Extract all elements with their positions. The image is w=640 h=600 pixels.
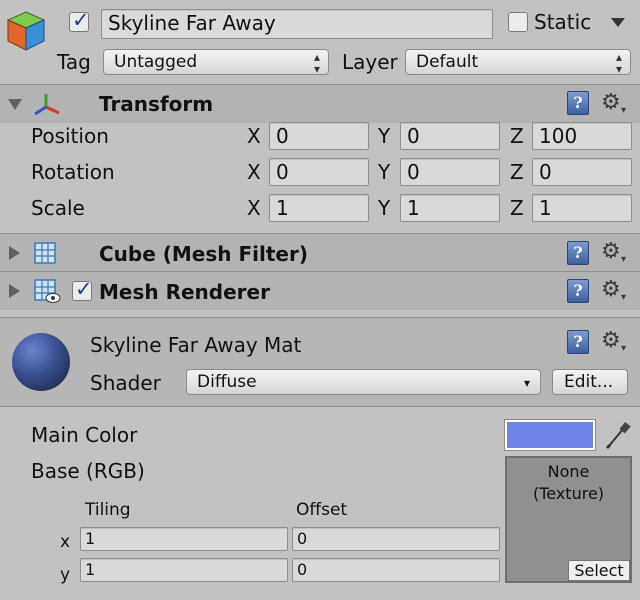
- transform-title: Transform: [99, 92, 214, 116]
- texture-type-label: (Texture): [532, 484, 605, 503]
- inspector-header: ✓ Skyline Far Away Static Tag Untagged ▴…: [0, 0, 640, 84]
- shader-edit-button[interactable]: Edit...: [552, 369, 628, 395]
- static-label: Static: [534, 10, 592, 34]
- axis-z-label: Z: [510, 160, 524, 184]
- foldout-open-icon[interactable]: [8, 99, 22, 110]
- mesh-renderer-icon: [34, 279, 61, 303]
- help-icon[interactable]: ?: [567, 91, 589, 115]
- y-row-label: y: [60, 565, 71, 585]
- tag-dropdown-value: Untagged: [114, 52, 198, 72]
- layer-dropdown[interactable]: Default ▴ ▾: [405, 49, 631, 75]
- offset-x-field[interactable]: 0: [292, 527, 500, 551]
- foldout-closed-icon[interactable]: [9, 246, 20, 260]
- tiling-label: Tiling: [85, 500, 131, 520]
- texture-slot[interactable]: None (Texture) Select: [505, 456, 632, 583]
- gear-icon[interactable]: ⚙ ▾: [601, 328, 626, 355]
- gear-glyph: ⚙: [601, 90, 621, 115]
- transform-axes-icon: [34, 94, 60, 116]
- help-icon[interactable]: ?: [567, 279, 589, 303]
- position-label: Position: [31, 124, 109, 148]
- axis-x-label: X: [247, 124, 261, 148]
- gear-icon[interactable]: ⚙ ▾: [601, 239, 626, 266]
- layer-dropdown-value: Default: [416, 52, 479, 72]
- axis-y-label: Y: [378, 160, 391, 184]
- mesh-renderer-title: Mesh Renderer: [99, 280, 270, 304]
- scale-label: Scale: [31, 196, 85, 220]
- gameobject-cube-icon: [6, 11, 46, 51]
- chevron-down-icon: ▾: [523, 376, 530, 390]
- tiling-x-field[interactable]: 1: [80, 527, 288, 551]
- x-row-label: x: [60, 532, 71, 552]
- mesh-filter-icon: [34, 242, 56, 264]
- shader-dropdown-value: Diffuse: [197, 372, 257, 392]
- static-checkbox[interactable]: [508, 12, 528, 32]
- updown-arrows-icon: ▴ ▾: [313, 50, 320, 76]
- caret-down-icon: ▾: [621, 254, 627, 265]
- axis-y-label: Y: [378, 196, 391, 220]
- updown-arrows-icon: ▴ ▾: [615, 50, 622, 76]
- texture-select-button[interactable]: Select: [568, 560, 630, 581]
- gear-icon[interactable]: ⚙ ▾: [601, 277, 626, 304]
- rotation-z-field[interactable]: 0: [532, 158, 632, 186]
- gear-glyph: ⚙: [601, 239, 621, 264]
- material-name: Skyline Far Away Mat: [90, 333, 302, 357]
- shader-label: Shader: [90, 371, 161, 395]
- caret-down-icon: ▾: [621, 343, 627, 354]
- gear-icon[interactable]: ⚙ ▾: [601, 90, 626, 117]
- main-color-label: Main Color: [31, 423, 138, 447]
- help-icon[interactable]: ?: [567, 241, 589, 265]
- position-x-field[interactable]: 0: [269, 122, 369, 150]
- active-checkbox[interactable]: ✓: [69, 8, 90, 32]
- axis-x-label: X: [247, 160, 261, 184]
- gear-glyph: ⚙: [601, 277, 621, 302]
- caret-down-icon: ▾: [621, 292, 627, 303]
- static-dropdown-arrow-icon[interactable]: [611, 18, 625, 27]
- tag-dropdown[interactable]: Untagged ▴ ▾: [103, 49, 329, 75]
- object-name-input[interactable]: Skyline Far Away: [101, 9, 493, 39]
- layer-label: Layer: [342, 50, 398, 74]
- mesh-filter-title: Cube (Mesh Filter): [99, 242, 308, 266]
- scale-y-field[interactable]: 1: [400, 194, 500, 222]
- mesh-renderer-header[interactable]: ✓ Mesh Renderer ? ⚙ ▾: [0, 271, 640, 310]
- foldout-closed-icon[interactable]: [9, 284, 20, 298]
- position-y-field[interactable]: 0: [400, 122, 500, 150]
- mesh-filter-header[interactable]: Cube (Mesh Filter) ? ⚙ ▾: [0, 233, 640, 272]
- offset-y-field[interactable]: 0: [292, 558, 500, 582]
- axis-z-label: Z: [510, 196, 524, 220]
- shader-dropdown[interactable]: Diffuse ▾: [186, 369, 541, 395]
- position-z-field[interactable]: 100: [532, 122, 632, 150]
- checkmark-icon: ✓: [75, 277, 93, 301]
- main-color-swatch[interactable]: [504, 419, 596, 451]
- caret-down-icon: ▾: [621, 105, 627, 116]
- axis-z-label: Z: [510, 124, 524, 148]
- eyedropper-icon[interactable]: [604, 420, 632, 450]
- offset-label: Offset: [296, 500, 348, 520]
- transform-header[interactable]: Transform ? ⚙ ▾: [0, 84, 640, 123]
- scale-z-field[interactable]: 1: [532, 194, 632, 222]
- tiling-y-field[interactable]: 1: [80, 558, 288, 582]
- rotation-x-field[interactable]: 0: [269, 158, 369, 186]
- tag-label: Tag: [57, 50, 91, 74]
- rotation-y-field[interactable]: 0: [400, 158, 500, 186]
- material-preview-sphere: [12, 333, 70, 391]
- gear-glyph: ⚙: [601, 328, 621, 353]
- axis-y-label: Y: [378, 124, 391, 148]
- mesh-renderer-enabled-checkbox[interactable]: ✓: [72, 277, 93, 301]
- material-header: Skyline Far Away Mat Shader Diffuse ▾ Ed…: [0, 317, 640, 407]
- base-rgb-label: Base (RGB): [31, 459, 145, 483]
- scale-x-field[interactable]: 1: [269, 194, 369, 222]
- texture-none-label: None: [547, 462, 590, 481]
- axis-x-label: X: [247, 196, 261, 220]
- checkmark-icon: ✓: [72, 8, 90, 32]
- help-icon[interactable]: ?: [567, 330, 589, 354]
- rotation-label: Rotation: [31, 160, 115, 184]
